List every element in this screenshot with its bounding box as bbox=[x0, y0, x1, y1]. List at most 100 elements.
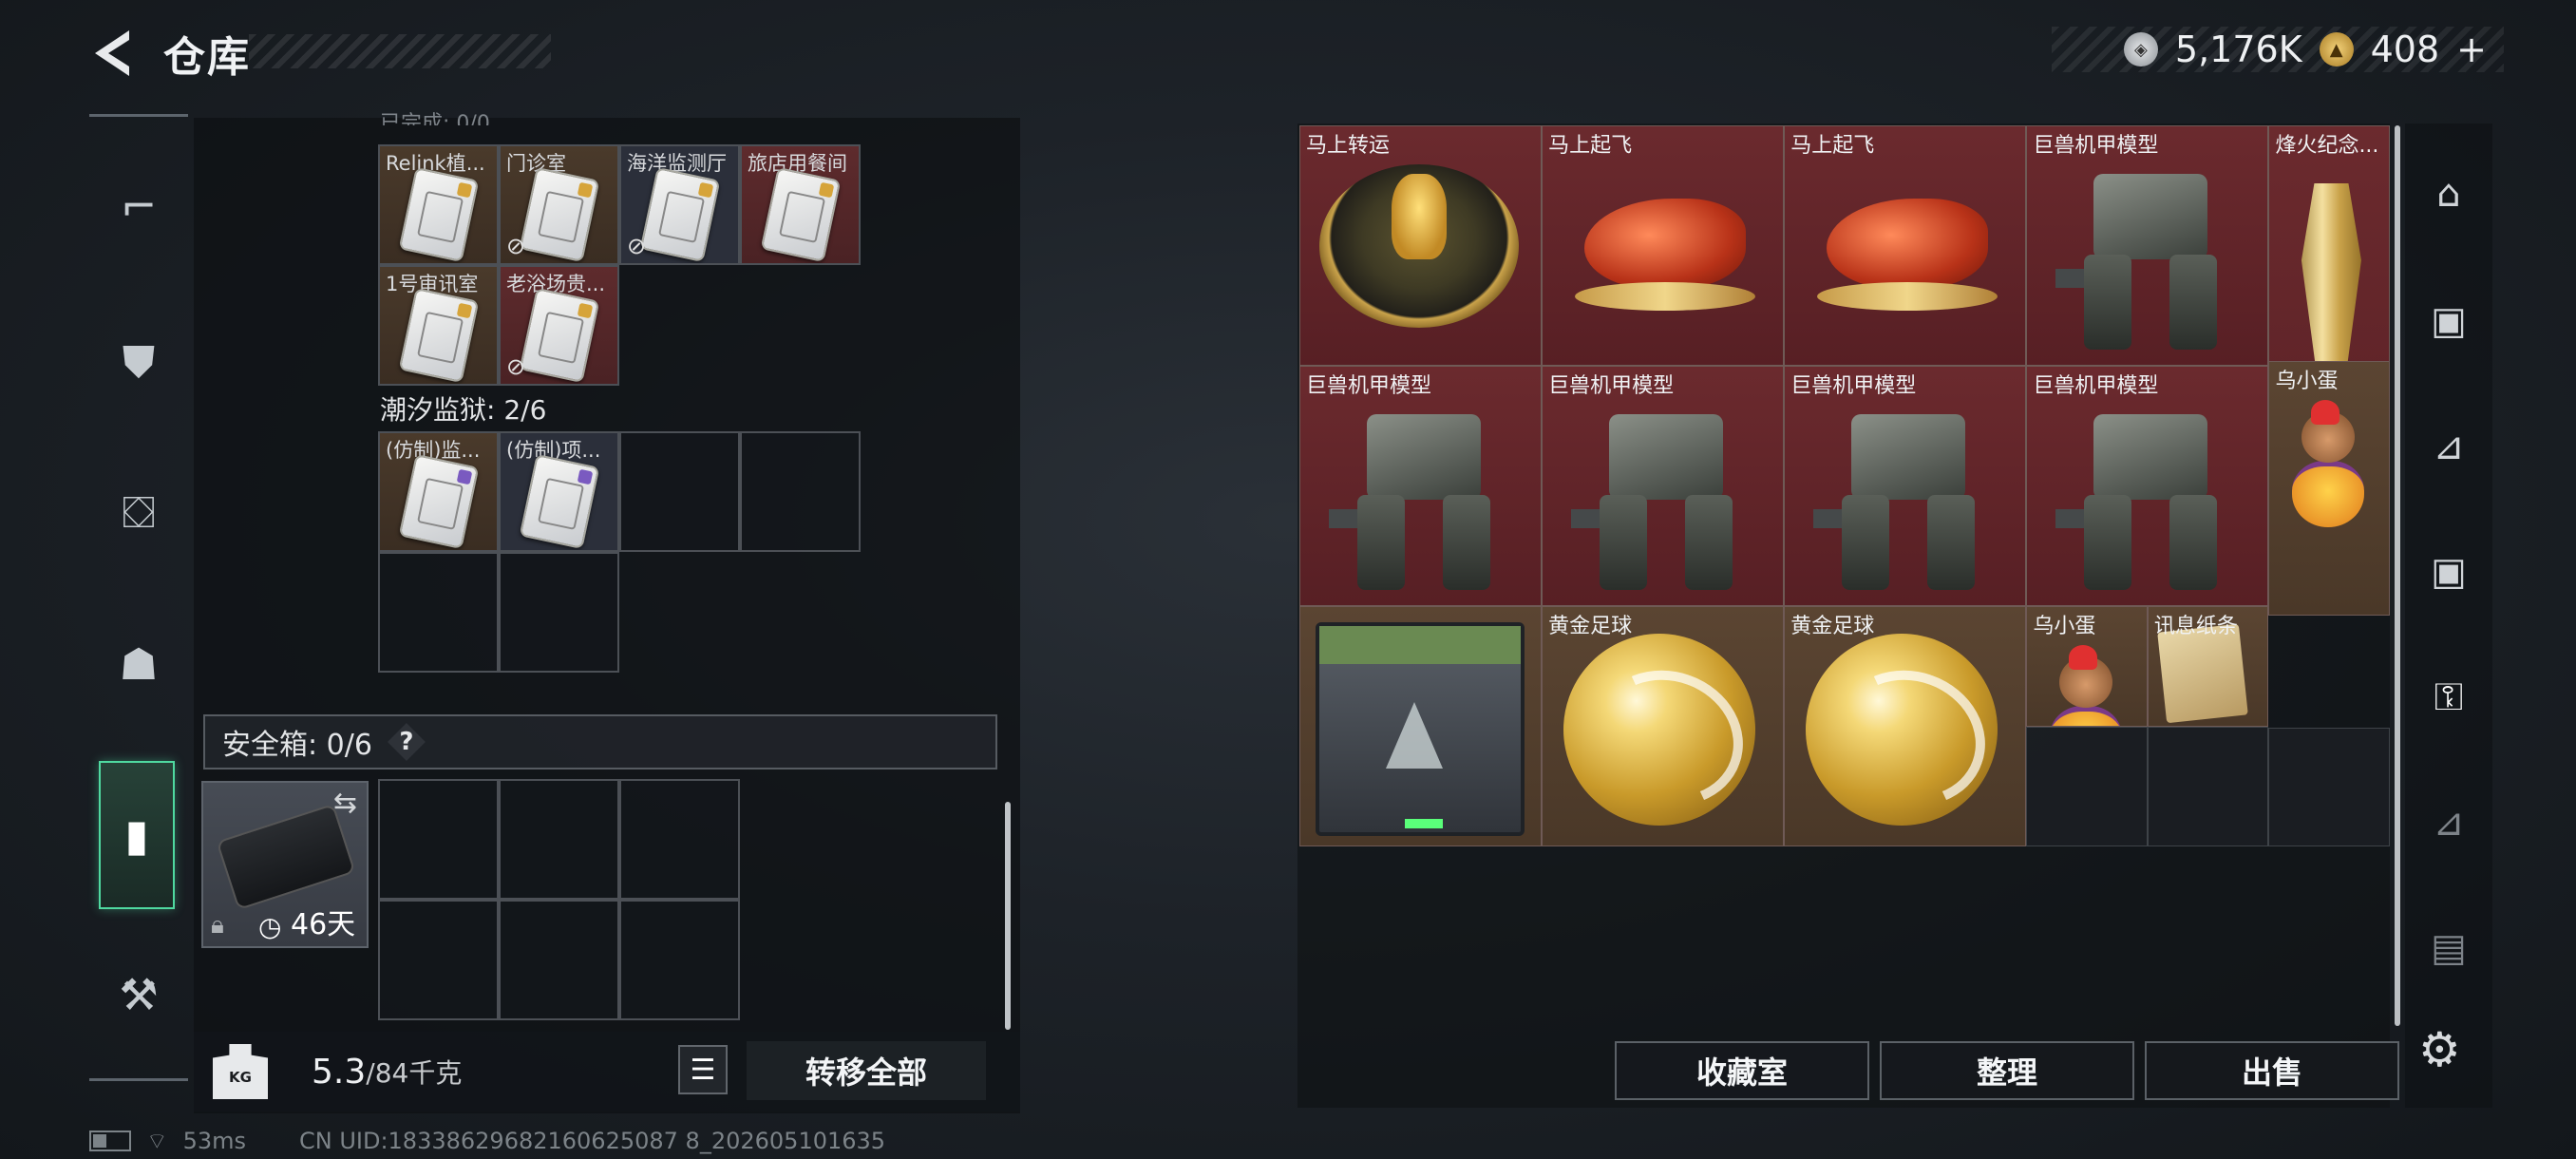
empty-slot[interactable] bbox=[378, 552, 499, 673]
nav-case-active[interactable]: ▮ bbox=[99, 761, 175, 909]
safebox-slot[interactable] bbox=[378, 900, 499, 1020]
back-arrow-icon[interactable] bbox=[87, 27, 135, 80]
golden-football-image bbox=[1806, 634, 1998, 826]
tier-iv-key-icon: ⚿ bbox=[2434, 675, 2464, 719]
nav-helmet[interactable]: ☗ bbox=[101, 626, 177, 702]
stash-item-label: 讯息纸条 bbox=[2153, 615, 2238, 638]
page-title: 仓库 bbox=[163, 33, 251, 82]
transfer-all-button[interactable]: 转移全部 bbox=[747, 1041, 986, 1100]
safebox-bar: 安全箱: 0/6 ? bbox=[203, 714, 997, 770]
stash-item-label: 巨兽机甲模型 bbox=[1306, 374, 1432, 398]
mech-model-image bbox=[2055, 164, 2245, 354]
stash-item-mech[interactable]: 巨兽机甲模型 bbox=[1542, 366, 1785, 606]
no-trade-icon: ⊘ bbox=[506, 353, 526, 380]
safebox-slot[interactable] bbox=[378, 779, 499, 900]
empty-slot[interactable] bbox=[740, 431, 861, 552]
safebox-label: 安全箱: 0/6 bbox=[222, 729, 372, 762]
inventory-item-slot[interactable]: (仿制)项... bbox=[499, 431, 619, 552]
nav-tier-iii-case[interactable]: ⊿ bbox=[2415, 412, 2483, 481]
currency-gold-value: 408 bbox=[2370, 28, 2440, 70]
empty-slot[interactable] bbox=[2268, 728, 2390, 846]
swap-icon[interactable]: ⇆ bbox=[333, 787, 357, 820]
settings-gear-icon[interactable]: ⚙ bbox=[2418, 1022, 2461, 1077]
stash-item-mech[interactable]: 巨兽机甲模型 bbox=[2026, 366, 2269, 606]
arch-icon: ⌂ bbox=[2436, 172, 2461, 216]
stash-item-monkey[interactable]: 乌小蛋 bbox=[2268, 361, 2390, 616]
inventory-item-slot[interactable]: 旅店用餐间 bbox=[740, 144, 861, 265]
tier-iii-crate-icon: ⊿ bbox=[2433, 801, 2465, 845]
stash-item-mech[interactable]: 巨兽机甲模型 bbox=[2026, 125, 2269, 366]
empty-slot[interactable] bbox=[2147, 727, 2269, 846]
stash-item-label: 烽火纪念... bbox=[2275, 134, 2379, 158]
right-scrollbar[interactable] bbox=[2395, 125, 2400, 1026]
help-icon[interactable]: ? bbox=[387, 723, 426, 761]
nav-tier-iv-key-active[interactable]: ⚿ bbox=[2415, 663, 2483, 732]
inventory-item-slot[interactable]: 海洋监测厅 ⊘ bbox=[619, 144, 740, 265]
stash-item-horse[interactable]: 马上起飞 bbox=[1542, 125, 1785, 366]
stash-item-ball[interactable]: 黄金足球 bbox=[1784, 606, 2027, 846]
nav-tier-iv-case[interactable]: ▣ bbox=[2415, 538, 2483, 606]
nav-backpack[interactable]: ⛋ bbox=[101, 474, 177, 550]
safebox-slot[interactable] bbox=[499, 900, 619, 1020]
safebox-item[interactable]: ⇆ 🔒︎ ◷ 46天 bbox=[201, 781, 369, 948]
left-footer: KG 5.3 /84千克 ☰ 转移全部 bbox=[194, 1032, 1020, 1112]
safebox-slot[interactable] bbox=[619, 900, 740, 1020]
empty-slot[interactable] bbox=[2026, 727, 2148, 846]
nav-weapon[interactable]: ⌐ bbox=[101, 168, 177, 244]
vest-icon: ⛊ bbox=[122, 336, 156, 388]
inventory-item-slot[interactable]: 1号审讯室 bbox=[378, 265, 499, 386]
stash-item-mech[interactable]: 巨兽机甲模型 bbox=[1784, 366, 2027, 606]
clock-icon: ◷ bbox=[258, 911, 282, 942]
safebox-grid bbox=[378, 779, 740, 1020]
stash-item-horse[interactable]: 马上起飞 bbox=[1784, 125, 2027, 366]
left-scrollbar[interactable] bbox=[1005, 802, 1011, 1030]
safebox-slot[interactable] bbox=[499, 779, 619, 900]
inventory-item-slot[interactable]: 门诊室 ⊘ bbox=[499, 144, 619, 265]
supply-crate-image bbox=[1316, 622, 1525, 836]
stash-item-label: 巨兽机甲模型 bbox=[1790, 374, 1917, 398]
tier-iii-case-icon: ⊿ bbox=[2433, 425, 2465, 468]
nav-vest[interactable]: ⛊ bbox=[101, 324, 177, 400]
collection-room-button[interactable]: 收藏室 bbox=[1615, 1041, 1869, 1100]
stash-item-mech[interactable]: 巨兽机甲模型 bbox=[1299, 366, 1543, 606]
no-trade-icon: ⊘ bbox=[506, 233, 526, 259]
stash-item-crate[interactable] bbox=[1299, 606, 1543, 846]
list-view-button[interactable]: ☰ bbox=[678, 1045, 728, 1094]
inventory-item-slot[interactable]: Relink植... bbox=[378, 144, 499, 265]
group2-title: 潮汐监狱: 2/6 bbox=[380, 394, 547, 426]
stash-item-label: 巨兽机甲模型 bbox=[2033, 374, 2159, 398]
case-icon: ▮ bbox=[124, 809, 149, 861]
stash-item-disc[interactable]: 马上转运 bbox=[1299, 125, 1543, 366]
empty-slot[interactable] bbox=[619, 431, 740, 552]
nav-tier-iii-crate[interactable]: ⊿ bbox=[2415, 788, 2483, 857]
nav-arch[interactable]: ⌂ bbox=[2415, 160, 2483, 228]
stash-item-label: 马上转运 bbox=[1306, 134, 1391, 158]
empty-slot[interactable] bbox=[499, 552, 619, 673]
stash-item-ball[interactable]: 黄金足球 bbox=[1542, 606, 1785, 846]
silver-coin-icon: ◈ bbox=[2123, 32, 2158, 66]
stash-item-label: 黄金足球 bbox=[1790, 615, 1875, 638]
nav-toolbox[interactable]: ⚒ bbox=[101, 957, 177, 1033]
inventory-item-slot[interactable]: (仿制)监... bbox=[378, 431, 499, 552]
nav-tier-iv-box[interactable]: ▤ bbox=[2415, 914, 2483, 982]
nav-tier-v-case[interactable]: ▣ bbox=[2415, 287, 2483, 355]
group-header-partial: 已完成: 0/0 bbox=[380, 112, 490, 125]
stash-item-monkey[interactable]: 乌小蛋 bbox=[2026, 606, 2148, 727]
gold-coin-icon: ▲ bbox=[2319, 32, 2354, 66]
currency-silver-value: 5,176K bbox=[2174, 28, 2302, 70]
keycard-image bbox=[398, 287, 480, 384]
helmet-icon: ☗ bbox=[119, 638, 159, 690]
gun-icon: ⌐ bbox=[120, 180, 158, 232]
add-currency-button[interactable]: + bbox=[2456, 28, 2487, 70]
battery-icon bbox=[89, 1130, 131, 1151]
sell-button[interactable]: 出售 bbox=[2145, 1041, 2399, 1100]
stash-item-paper[interactable]: 讯息纸条 bbox=[2147, 606, 2269, 727]
safebox-slot[interactable] bbox=[619, 779, 740, 900]
backpack-icon: ⛋ bbox=[122, 486, 156, 538]
inventory-item-slot[interactable]: 老浴场贵... ⊘ bbox=[499, 265, 619, 386]
keycard-image bbox=[398, 166, 480, 263]
organize-button[interactable]: 整理 bbox=[1880, 1041, 2134, 1100]
stash-item-label: 马上起飞 bbox=[1548, 134, 1633, 158]
keycard-image bbox=[519, 287, 600, 384]
group1-grid: Relink植... 门诊室 ⊘ 海洋监测厅 ⊘ 旅店用餐间 1号审讯室 老浴场贵... ⊘ bbox=[378, 144, 861, 386]
